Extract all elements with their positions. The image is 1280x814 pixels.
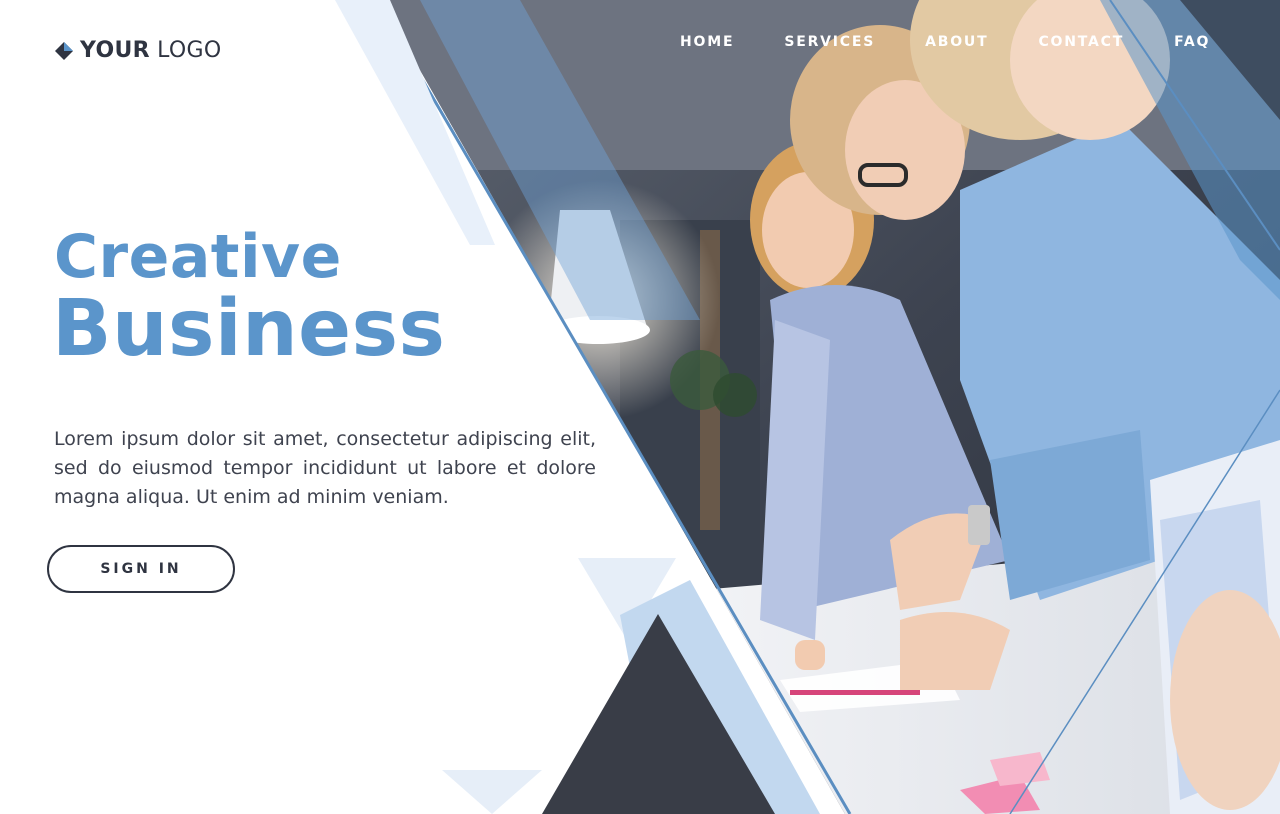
main-nav: HOME SERVICES ABOUT CONTACT FAQ: [680, 34, 1210, 50]
hero-title-line1: Creative: [54, 222, 342, 292]
nav-faq[interactable]: FAQ: [1174, 34, 1210, 50]
hero-title-line2: Business: [52, 284, 446, 374]
logo-text: YOUR LOGO: [80, 38, 222, 63]
nav-home[interactable]: HOME: [680, 34, 734, 50]
logo-text-bold: YOUR: [80, 38, 150, 63]
nav-about[interactable]: ABOUT: [925, 34, 988, 50]
hero-photo: [0, 0, 1280, 814]
nav-contact[interactable]: CONTACT: [1038, 34, 1124, 50]
brand-logo[interactable]: YOUR LOGO: [54, 38, 222, 63]
nav-services[interactable]: SERVICES: [784, 34, 875, 50]
logo-text-light: LOGO: [157, 38, 222, 63]
sign-in-button[interactable]: SIGN IN: [47, 545, 235, 593]
hero-description: Lorem ipsum dolor sit amet, consectetur …: [54, 428, 596, 508]
diamond-logo-icon: [55, 41, 73, 60]
